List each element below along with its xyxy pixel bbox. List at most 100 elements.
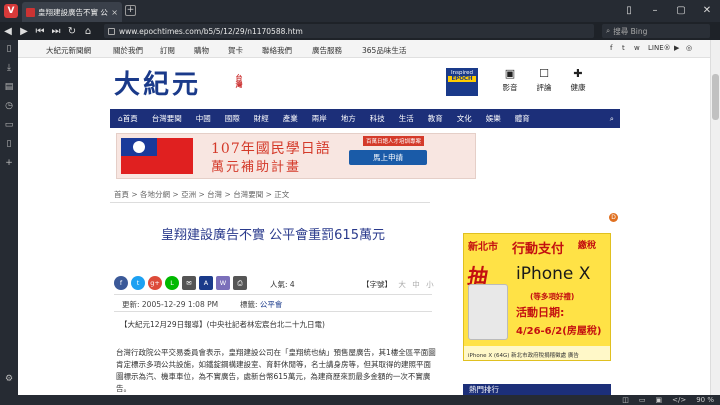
home-button[interactable]: ⌂ [80, 26, 96, 37]
vivaldi-menu-icon[interactable]: V [4, 4, 18, 18]
side-ad[interactable]: 新北市 行動支付 繳稅 抽 iPhone X (等多項好禮) 活動日期: 4/2… [463, 233, 611, 361]
web-panel-icon[interactable]: ▯ [0, 135, 18, 154]
font-small[interactable]: 小 [426, 280, 434, 289]
image-toggle-icon[interactable]: ▣ [655, 396, 662, 404]
bookmark-icon[interactable]: ▯ [0, 40, 18, 59]
nav-education[interactable]: 教育 [421, 113, 450, 124]
zoom-level[interactable]: 90 % [696, 396, 714, 404]
toplink-subscribe[interactable]: 訂閱 [160, 45, 175, 56]
banner-apply-button[interactable]: 馬上申請 [349, 150, 427, 165]
media-health[interactable]: ✚ 健康 [564, 67, 592, 93]
webpage: 大紀元新聞網 關於我們 訂閱 購物 賀卡 聯絡我們 廣告服務 365品味生活 f… [18, 40, 710, 395]
epoch-inspired-logo[interactable]: Inspired EPOCH [446, 68, 478, 96]
toplink-contact[interactable]: 聯絡我們 [262, 45, 292, 56]
toplink-ads[interactable]: 廣告服務 [312, 45, 342, 56]
media-video[interactable]: ▣ 影音 [496, 67, 524, 93]
forward-button[interactable]: ▶ [16, 26, 32, 37]
fontsize-icon[interactable]: A [199, 276, 213, 290]
nav-life[interactable]: 生活 [392, 113, 421, 124]
nav-culture[interactable]: 文化 [450, 113, 479, 124]
nav-international[interactable]: 國際 [218, 113, 247, 124]
nav-sports[interactable]: 體育 [508, 113, 537, 124]
ad-subtitle: (等多項好禮) [530, 292, 575, 301]
site-info-icon[interactable] [108, 27, 115, 35]
logo-region: 台灣 [235, 74, 243, 88]
divider [110, 202, 430, 203]
line-social-link[interactable]: LINE® [648, 44, 671, 52]
rewind-button[interactable]: ⏮ [32, 26, 48, 37]
epoch-bottom: EPOCH [448, 76, 476, 82]
font-large[interactable]: 大 [398, 280, 406, 289]
capture-icon[interactable]: ◫ [622, 396, 629, 404]
vertical-scrollbar[interactable] [710, 40, 720, 395]
tiling-icon[interactable]: ▭ [639, 396, 646, 404]
settings-gear-icon[interactable]: ⚙ [0, 370, 18, 389]
font-medium[interactable]: 中 [412, 280, 420, 289]
toplink-cards[interactable]: 賀卡 [228, 45, 243, 56]
close-window-button[interactable]: ✕ [694, 0, 720, 22]
window-panel-icon[interactable]: ▭ [0, 116, 18, 135]
facebook-icon[interactable]: f [114, 276, 128, 290]
nav-cross-strait[interactable]: 兩岸 [305, 113, 334, 124]
tab-stack-icon[interactable]: ▯ [616, 0, 642, 22]
site-top-links: 大紀元新聞網 關於我們 訂閱 購物 賀卡 聯絡我們 廣告服務 365品味生活 f… [18, 40, 710, 58]
toplink-lifestyle[interactable]: 365品味生活 [362, 45, 406, 56]
video-icon: ▣ [504, 67, 516, 80]
line-icon[interactable]: L [165, 276, 179, 290]
download-icon[interactable]: ⤓ [0, 59, 18, 78]
browser-tab[interactable]: 皇翔建設廣告不實 公平會 × [22, 2, 122, 22]
history-icon[interactable]: ◷ [0, 97, 18, 116]
font-size-selector: 【字號】 大 中 小 [362, 279, 434, 290]
nav-home[interactable]: ⌂首頁 [110, 113, 145, 124]
toplink-shop[interactable]: 購物 [194, 45, 209, 56]
toplink-epochtimes[interactable]: 大紀元新聞網 [46, 45, 91, 56]
media-comment[interactable]: ☐ 評論 [530, 67, 558, 93]
reload-button[interactable]: ↻ [64, 26, 80, 37]
toplink-about[interactable]: 關於我們 [113, 45, 143, 56]
nav-tech[interactable]: 科技 [363, 113, 392, 124]
back-button[interactable]: ◀ [0, 26, 16, 37]
adchoices-icon[interactable]: D [609, 213, 618, 222]
nav-china[interactable]: 中國 [189, 113, 218, 124]
twitter-icon[interactable]: t [131, 276, 145, 290]
address-field[interactable]: www.epochtimes.com/b5/5/12/29/n1170588.h… [104, 24, 594, 38]
facebook-icon[interactable]: f [610, 44, 612, 52]
nav-taiwan[interactable]: 台灣要聞 [145, 113, 189, 124]
hot-ranking-header: 熱門排行 [463, 384, 611, 395]
minimize-button[interactable]: – [642, 0, 668, 22]
notes-icon[interactable]: ▤ [0, 78, 18, 97]
tag-link[interactable]: 公平會 [260, 300, 283, 309]
site-logo[interactable]: 大紀元 [114, 64, 201, 101]
add-panel-icon[interactable]: + [0, 154, 18, 173]
font-size-label: 【字號】 [362, 280, 392, 289]
nav-industry[interactable]: 產業 [276, 113, 305, 124]
nav-search-icon[interactable]: ⌕ [603, 114, 620, 124]
divider [114, 294, 432, 295]
search-field[interactable]: ⌕ 搜尋 Bing [602, 24, 710, 38]
fast-forward-button[interactable]: ⏭ [48, 26, 64, 37]
nav-entertainment[interactable]: 娛樂 [479, 113, 508, 124]
print-icon[interactable]: ⎙ [233, 276, 247, 290]
weibo-icon[interactable]: w [634, 44, 640, 52]
nav-local[interactable]: 地方 [334, 113, 363, 124]
weibo-icon[interactable]: W [216, 276, 230, 290]
tags-label: 標籤: [240, 300, 258, 309]
email-icon[interactable]: ✉ [182, 276, 196, 290]
banner-ad[interactable]: 107年國民學日語 萬元補助計畫 百萬日語人才培訓專案 馬上申請 [116, 133, 476, 179]
status-bar: ◫ ▭ ▣ </> 90 % [0, 395, 720, 405]
maximize-button[interactable]: ▢ [668, 0, 694, 22]
googleplus-icon[interactable]: g+ [148, 276, 162, 290]
ad-line2: 行動支付 [512, 242, 565, 257]
nav-finance[interactable]: 財經 [247, 113, 276, 124]
twitter-icon[interactable]: t [622, 44, 625, 52]
new-tab-button[interactable]: + [125, 5, 136, 16]
breadcrumb[interactable]: 首頁 > 各地分網 > 亞洲 > 台灣 > 台灣要聞 > 正文 [114, 189, 289, 200]
banner-line1: 107年國民學日語 [211, 141, 331, 157]
instagram-icon[interactable]: ◎ [686, 44, 692, 52]
page-actions-icon[interactable]: </> [672, 396, 686, 404]
youtube-icon[interactable]: ▶ [674, 44, 679, 52]
comment-icon: ☐ [539, 67, 549, 80]
banner-line2: 萬元補助計畫 [211, 160, 302, 175]
close-tab-icon[interactable]: × [111, 8, 118, 17]
scrollbar-thumb[interactable] [712, 74, 719, 120]
